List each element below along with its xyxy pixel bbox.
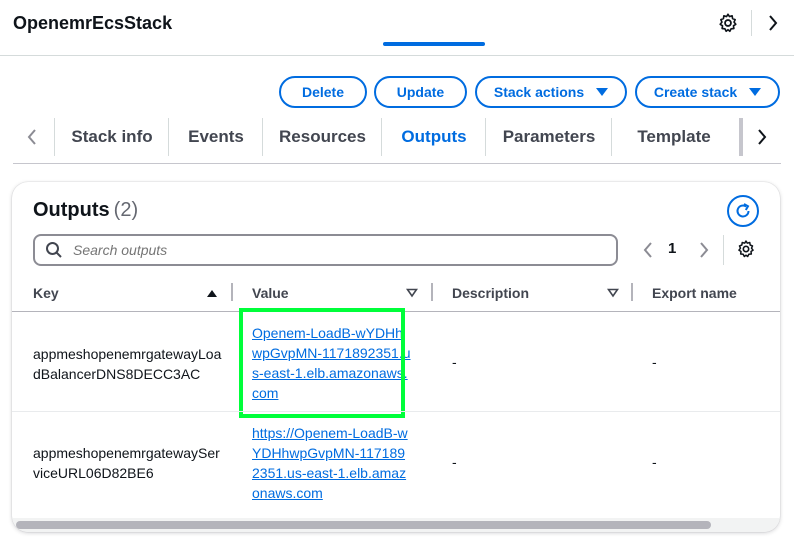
output-description: - — [452, 354, 457, 370]
table-row-divider — [12, 411, 780, 412]
tab-parameters[interactable]: Parameters — [487, 116, 611, 157]
refresh-button[interactable] — [727, 195, 759, 227]
tab-events[interactable]: Events — [170, 116, 262, 157]
gear-icon[interactable] — [736, 239, 756, 259]
column-header-value[interactable]: Value — [252, 285, 289, 301]
next-page-icon[interactable] — [694, 239, 714, 261]
update-button[interactable]: Update — [374, 76, 467, 108]
column-resizer[interactable] — [631, 283, 633, 301]
sort-icon[interactable] — [406, 288, 418, 298]
output-value-link[interactable]: https://Openem-LoadB-wYDHhwpGvpMN-117189… — [252, 423, 412, 503]
tab-divider — [611, 118, 612, 156]
chevron-left-icon — [27, 128, 36, 145]
highlight-box — [239, 308, 405, 418]
outputs-title: Outputs — [33, 199, 110, 221]
output-export-name: - — [652, 454, 657, 470]
output-key: appmeshopenemrgatewayServiceURL06D82BE6 — [33, 445, 220, 481]
tab-divider — [381, 118, 382, 156]
tab-outputs[interactable]: Outputs — [383, 116, 485, 157]
tabs-scroll-right[interactable] — [743, 116, 781, 157]
active-tab-indicator — [383, 42, 485, 46]
column-header-export-name[interactable]: Export name — [652, 285, 737, 301]
tab-template[interactable]: Template — [613, 116, 735, 157]
outputs-count: (2) — [113, 199, 139, 221]
output-key: appmeshopenemrgatewayLoadBalancerDNS8DEC… — [33, 346, 222, 382]
create-stack-button[interactable]: Create stack — [635, 76, 780, 108]
tab-divider — [485, 118, 486, 156]
search-field[interactable] — [33, 234, 618, 266]
search-icon — [46, 242, 62, 258]
stack-header: OpenemrEcsStack — [0, 0, 794, 56]
tab-resources[interactable]: Resources — [264, 116, 381, 157]
chevron-right-icon[interactable] — [764, 12, 782, 34]
search-input[interactable] — [73, 242, 593, 258]
tab-divider — [168, 118, 169, 156]
gear-icon[interactable] — [717, 12, 739, 34]
sort-icon[interactable] — [607, 288, 619, 298]
column-resizer[interactable] — [231, 283, 233, 301]
delete-button[interactable]: Delete — [279, 76, 367, 108]
tab-divider — [262, 118, 263, 156]
tabs-scroll-left[interactable] — [13, 116, 51, 157]
header-divider — [751, 10, 752, 36]
caret-down-icon — [596, 88, 609, 96]
output-export-name: - — [652, 354, 657, 370]
pager-divider — [723, 235, 724, 265]
output-description: - — [452, 454, 457, 470]
caret-down-icon — [749, 88, 762, 96]
page-title: OpenemrEcsStack — [13, 13, 173, 33]
sort-ascending-icon[interactable] — [206, 288, 218, 298]
outputs-heading: Outputs (2) — [33, 199, 138, 222]
outputs-panel: Outputs(2) 1 Key Value Description Expor… — [12, 182, 780, 532]
chevron-right-icon — [758, 128, 767, 145]
stack-tabs: Stack info Events Resources Outputs Para… — [13, 116, 781, 164]
page-number[interactable]: 1 — [668, 240, 676, 257]
tab-divider — [54, 118, 55, 156]
column-resizer[interactable] — [431, 283, 433, 301]
scrollbar-thumb[interactable] — [16, 521, 711, 529]
tab-stack-info[interactable]: Stack info — [56, 116, 168, 157]
column-header-description[interactable]: Description — [452, 285, 529, 301]
stack-actions-button[interactable]: Stack actions — [475, 76, 627, 108]
previous-page-icon[interactable] — [638, 239, 658, 261]
column-header-key[interactable]: Key — [33, 285, 59, 301]
refresh-icon — [736, 203, 750, 218]
